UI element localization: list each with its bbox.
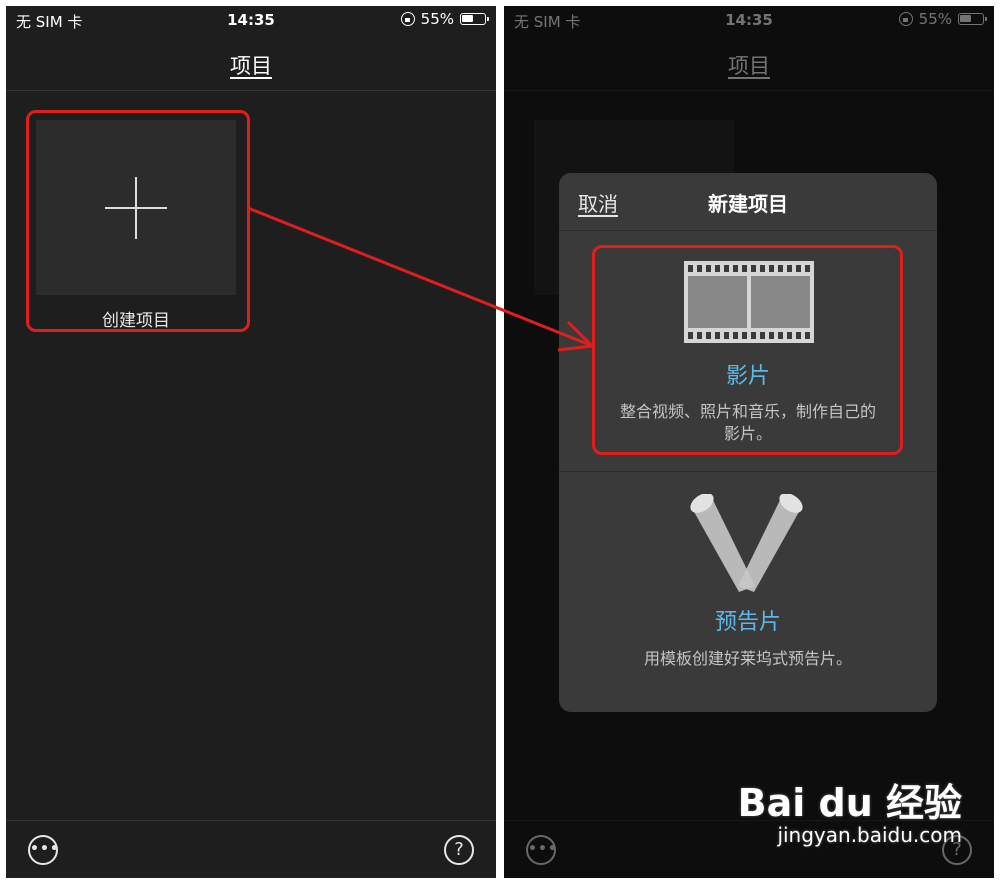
annotation-arrow xyxy=(247,206,596,352)
watermark-logo: Bai du 经验 xyxy=(737,781,962,825)
watermark: Bai du 经验 jingyan.baidu.com xyxy=(738,772,962,847)
